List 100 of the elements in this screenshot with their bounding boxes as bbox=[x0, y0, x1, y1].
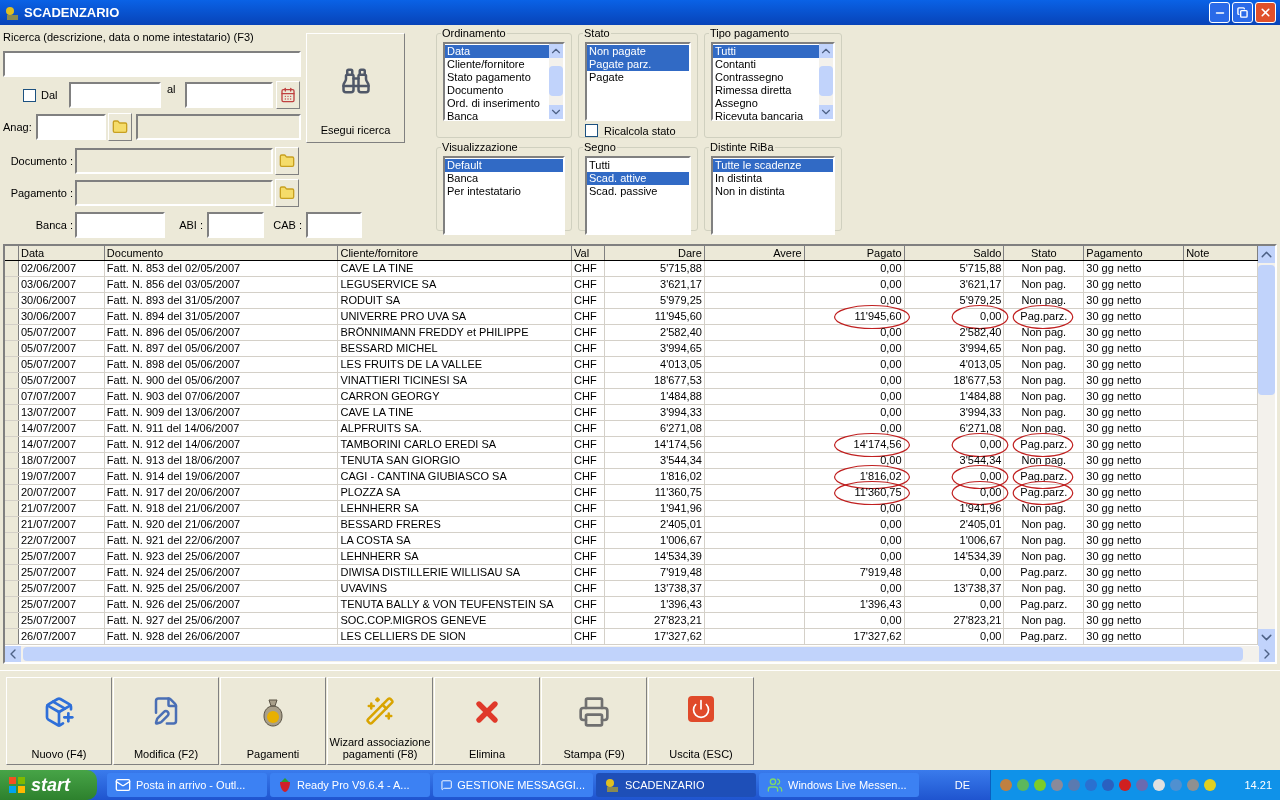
taskbar-item[interactable]: Windows Live Messen... bbox=[759, 773, 919, 797]
column-header[interactable]: Dare bbox=[605, 246, 705, 260]
table-row[interactable]: 22/07/2007 Fatt. N. 921 del 22/06/2007 LA COSTA SA CHF 1'006,67 0,00 1'006,67 Non pag. 30 gg netto bbox=[5, 533, 1258, 549]
abi-field[interactable] bbox=[207, 212, 264, 238]
date-from-field[interactable] bbox=[69, 82, 161, 108]
row-header[interactable] bbox=[5, 469, 19, 484]
row-header[interactable] bbox=[5, 453, 19, 468]
row-header[interactable] bbox=[5, 549, 19, 564]
table-row[interactable]: 21/07/2007 Fatt. N. 920 del 21/06/2007 BESSARD FRERES CHF 2'405,01 0,00 2'405,01 Non pag. 30 gg netto bbox=[5, 517, 1258, 533]
payment-field[interactable] bbox=[75, 180, 273, 206]
scroll-down-icon[interactable] bbox=[1258, 629, 1275, 646]
row-header[interactable] bbox=[5, 517, 19, 532]
row-header[interactable] bbox=[5, 277, 19, 292]
column-header[interactable]: Stato bbox=[1004, 246, 1085, 260]
list-item[interactable]: Per intestatario bbox=[445, 184, 563, 198]
table-row[interactable]: 05/07/2007 Fatt. N. 898 del 05/06/2007 LES FRUITS DE LA VALLEE CHF 4'013,05 0,00 4'013,05 Non pag. 30 gg netto bbox=[5, 357, 1258, 373]
tray-icon[interactable] bbox=[1118, 778, 1132, 792]
row-header[interactable] bbox=[5, 485, 19, 500]
table-row[interactable]: 26/07/2007 Fatt. N. 928 del 26/06/2007 LES CELLIERS DE SION CHF 17'327,62 17'327,62 0,00 Pag.parz. 30 gg netto bbox=[5, 629, 1258, 645]
table-row[interactable]: 25/07/2007 Fatt. N. 924 del 25/06/2007 DIWISA DISTILLERIE WILLISAU SA CHF 7'919,48 7'919,48 0,00 Pag.parz. 30 gg netto bbox=[5, 565, 1258, 581]
bank-field[interactable] bbox=[75, 212, 165, 238]
scroll-thumb[interactable] bbox=[549, 66, 563, 96]
toolbar-button[interactable]: Wizard associazione pagamenti (F8) bbox=[327, 676, 433, 765]
table-row[interactable]: 30/06/2007 Fatt. N. 893 del 31/05/2007 RODUIT SA CHF 5'979,25 0,00 5'979,25 Non pag. 30 gg netto bbox=[5, 293, 1258, 309]
list-item[interactable]: Non in distinta bbox=[713, 184, 833, 198]
row-header[interactable] bbox=[5, 309, 19, 324]
taskbar-item[interactable]: Posta in arrivo - Outl... bbox=[107, 773, 267, 797]
table-row[interactable]: 13/07/2007 Fatt. N. 909 del 13/06/2007 CAVE LA TINE CHF 3'994,33 0,00 3'994,33 Non pag. 30 gg netto bbox=[5, 405, 1258, 421]
scroll-up-icon[interactable] bbox=[549, 43, 563, 58]
browse-button[interactable] bbox=[108, 113, 132, 141]
row-header[interactable] bbox=[5, 501, 19, 516]
taskbar-item[interactable]: Ready Pro V9.6.4 - A... bbox=[270, 773, 430, 797]
ricalcola-checkbox[interactable] bbox=[585, 124, 598, 138]
scroll-right-icon[interactable] bbox=[1259, 646, 1275, 662]
table-row[interactable]: 25/07/2007 Fatt. N. 925 del 25/06/2007 UVAVINS CHF 13'738,37 0,00 13'738,37 Non pag. 30 gg netto bbox=[5, 581, 1258, 597]
list-item[interactable]: Rimessa diretta bbox=[713, 83, 819, 97]
table-row[interactable]: 18/07/2007 Fatt. N. 913 del 18/06/2007 TENUTA SAN GIORGIO CHF 3'544,34 0,00 3'544,34 Non pag. 30 gg netto bbox=[5, 453, 1258, 469]
list-item[interactable]: Tutti bbox=[713, 44, 819, 58]
row-header[interactable] bbox=[5, 325, 19, 340]
row-header[interactable] bbox=[5, 373, 19, 388]
list-item[interactable]: Non pagate bbox=[587, 44, 689, 58]
horizontal-scrollbar[interactable] bbox=[5, 646, 1275, 662]
column-header[interactable]: Saldo bbox=[904, 246, 1005, 260]
table-row[interactable]: 25/07/2007 Fatt. N. 927 del 25/06/2007 SOC.COP.MIGROS GENEVE CHF 27'823,21 0,00 27'823,21 Non pag. 30 gg netto bbox=[5, 613, 1258, 629]
row-header[interactable] bbox=[5, 437, 19, 452]
minimize-button[interactable] bbox=[1209, 2, 1230, 23]
toolbar-button[interactable]: Nuovo (F4) bbox=[6, 676, 112, 765]
list-item[interactable]: Ricevuta bancaria bbox=[713, 109, 819, 123]
anag-code-field[interactable] bbox=[36, 114, 106, 140]
toolbar-button[interactable]: Elimina bbox=[434, 676, 540, 765]
row-header[interactable] bbox=[5, 629, 19, 644]
restore-button[interactable] bbox=[1232, 2, 1253, 23]
table-row[interactable]: 03/06/2007 Fatt. N. 856 del 03/05/2007 LEGUSERVICE SA CHF 3'621,17 0,00 3'621,17 Non pag. 30 gg netto bbox=[5, 277, 1258, 293]
browse-button[interactable] bbox=[275, 179, 299, 207]
column-header[interactable]: Pagamento bbox=[1084, 246, 1185, 260]
list-item[interactable]: Scad. attive bbox=[587, 171, 689, 185]
row-header[interactable] bbox=[5, 341, 19, 356]
list-item[interactable]: Stato pagamento bbox=[445, 70, 549, 84]
toolbar-button[interactable]: Pagamenti bbox=[220, 676, 326, 765]
list-item[interactable]: Scad. passive bbox=[587, 184, 689, 198]
list-item[interactable]: Tutti bbox=[587, 158, 689, 172]
table-row[interactable]: 05/07/2007 Fatt. N. 897 del 05/06/2007 BESSARD MICHEL CHF 3'994,65 0,00 3'994,65 Non pag. 30 gg netto bbox=[5, 341, 1258, 357]
row-header[interactable] bbox=[5, 405, 19, 420]
table-row[interactable]: 14/07/2007 Fatt. N. 912 del 14/06/2007 TAMBORINI CARLO EREDI SA CHF 14'174,56 14'174,56 0,00 Pag.parz. 30 gg netto bbox=[5, 437, 1258, 453]
row-header[interactable] bbox=[5, 533, 19, 548]
calendar-button[interactable] bbox=[276, 81, 300, 109]
table-row[interactable]: 25/07/2007 Fatt. N. 923 del 25/06/2007 LEHNHERR SA CHF 14'534,39 0,00 14'534,39 Non pag. 30 gg netto bbox=[5, 549, 1258, 565]
column-header[interactable]: Avere bbox=[704, 246, 805, 260]
row-header[interactable] bbox=[5, 293, 19, 308]
tray-icon[interactable] bbox=[1152, 778, 1166, 792]
scroll-left-icon[interactable] bbox=[5, 646, 21, 662]
table-row[interactable]: 25/07/2007 Fatt. N. 926 del 25/06/2007 TENUTA BALLY & VON TEUFENSTEIN SA CHF 1'396,43 1'396,43 0,00 Pag.parz. 30 gg netto bbox=[5, 597, 1258, 613]
column-header[interactable]: Pagato bbox=[804, 246, 905, 260]
list-item[interactable]: Pagate bbox=[587, 70, 689, 84]
list-item[interactable]: Ord. di inserimento bbox=[445, 96, 549, 110]
toolbar-button[interactable]: Modifica (F2) bbox=[113, 676, 219, 765]
tray-icon[interactable] bbox=[1033, 778, 1047, 792]
list-item[interactable]: Tutte le scadenze bbox=[713, 158, 833, 172]
scroll-down-icon[interactable] bbox=[549, 104, 563, 119]
toolbar-button[interactable]: Stampa (F9) bbox=[541, 676, 647, 765]
list-item[interactable]: Banca bbox=[445, 171, 563, 185]
list-item[interactable]: Cliente/fornitore bbox=[445, 57, 549, 71]
close-button[interactable] bbox=[1255, 2, 1276, 23]
browse-button[interactable] bbox=[275, 147, 299, 175]
row-header[interactable] bbox=[5, 421, 19, 436]
row-header[interactable] bbox=[5, 565, 19, 580]
column-header[interactable]: Val bbox=[572, 246, 606, 260]
vertical-scrollbar[interactable] bbox=[1258, 246, 1275, 646]
table-row[interactable]: 05/07/2007 Fatt. N. 896 del 05/06/2007 BRÖNNIMANN FREDDY et PHILIPPE CHF 2'582,40 0,00 2'582,40 Non pag. 30 gg netto bbox=[5, 325, 1258, 341]
list-item[interactable]: Contanti bbox=[713, 57, 819, 71]
scroll-thumb[interactable] bbox=[23, 647, 1243, 661]
list-item[interactable]: Assegno bbox=[713, 96, 819, 110]
cab-field[interactable] bbox=[306, 212, 362, 238]
scroll-up-icon[interactable] bbox=[1258, 246, 1275, 263]
row-header[interactable] bbox=[5, 389, 19, 404]
scroll-up-icon[interactable] bbox=[819, 43, 833, 58]
table-row[interactable]: 14/07/2007 Fatt. N. 911 del 14/06/2007 ALPFRUITS SA. CHF 6'271,08 0,00 6'271,08 Non pag. 30 gg netto bbox=[5, 421, 1258, 437]
table-row[interactable]: 07/07/2007 Fatt. N. 903 del 07/06/2007 CARRON GEORGY CHF 1'484,88 0,00 1'484,88 Non pag. 30 gg netto bbox=[5, 389, 1258, 405]
table-row[interactable]: 02/06/2007 Fatt. N. 853 del 02/05/2007 CAVE LA TINE CHF 5'715,88 0,00 5'715,88 Non pag. 30 gg netto bbox=[5, 261, 1258, 277]
tray-icon[interactable] bbox=[1101, 778, 1115, 792]
